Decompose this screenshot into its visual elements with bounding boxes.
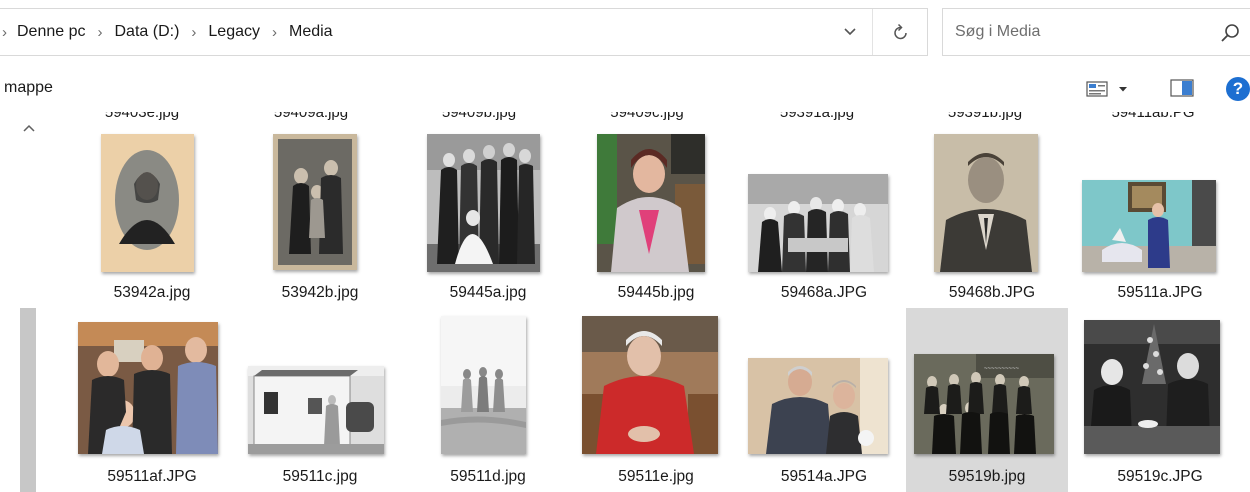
file-name[interactable]: 53942b.jpg xyxy=(240,284,400,302)
file-name[interactable]: 59519c.JPG xyxy=(1080,468,1240,486)
photo-thumbnail xyxy=(582,316,718,454)
preview-pane-button[interactable] xyxy=(1170,78,1194,100)
file-name[interactable]: 59445a.jpg xyxy=(408,284,568,302)
file-name[interactable]: 59511e.jpg xyxy=(576,468,736,486)
file-item[interactable]: 59514a.JPG xyxy=(744,312,904,492)
chevron-right-icon[interactable]: › xyxy=(98,24,103,41)
previous-row-labels: 59403e.jpg 59409a.jpg 59409b.jpg 59409c.… xyxy=(42,112,1250,122)
file-name[interactable]: 59511c.jpg xyxy=(240,468,400,486)
change-view-button[interactable] xyxy=(1086,78,1140,100)
preview-pane-icon xyxy=(1170,79,1194,97)
breadcrumb-item-media[interactable]: Media xyxy=(289,23,333,41)
file-name[interactable]: 59409c.jpg xyxy=(572,112,722,121)
photo-thumbnail xyxy=(78,322,218,454)
file-name[interactable]: 59445b.jpg xyxy=(576,284,736,302)
photo-thumbnail xyxy=(441,316,526,454)
command-bar: mappe ? xyxy=(0,66,1250,112)
file-name[interactable]: 59403e.jpg xyxy=(67,112,217,121)
photo-thumbnail xyxy=(1082,180,1216,272)
scroll-thumb[interactable] xyxy=(20,308,36,492)
address-bar[interactable]: › Denne pc › Data (D:) › Legacy › Media xyxy=(0,8,928,56)
svg-text:~~~~~~~~~~: ~~~~~~~~~~ xyxy=(984,366,1020,372)
file-item[interactable]: 59511d.jpg xyxy=(408,312,568,492)
file-name[interactable]: 59391b.jpg xyxy=(910,112,1060,121)
photo-thumbnail xyxy=(427,134,540,272)
chevron-right-icon[interactable]: › xyxy=(191,24,196,41)
file-name[interactable]: 59409b.jpg xyxy=(404,112,554,121)
vertical-scrollbar[interactable] xyxy=(0,112,42,492)
scroll-up-arrow-icon[interactable] xyxy=(20,120,38,136)
file-name[interactable]: 59514a.JPG xyxy=(744,468,904,486)
refresh-button[interactable] xyxy=(872,9,928,55)
file-item[interactable]: 53942a.jpg xyxy=(72,126,232,316)
breadcrumb-item-data-d[interactable]: Data (D:) xyxy=(115,23,180,41)
photo-thumbnail xyxy=(748,174,888,272)
file-item[interactable]: 53942b.jpg xyxy=(240,126,400,316)
photo-thumbnail xyxy=(1084,320,1220,454)
file-name[interactable]: 59511af.JPG xyxy=(72,468,232,486)
file-item[interactable]: 59468b.JPG xyxy=(912,126,1072,316)
file-name[interactable]: 59511d.jpg xyxy=(408,468,568,486)
file-item[interactable]: 59519c.JPG xyxy=(1080,312,1240,492)
breadcrumb-item-legacy[interactable]: Legacy xyxy=(208,23,260,41)
file-name[interactable]: 59519b.jpg xyxy=(906,468,1068,486)
breadcrumb-item-denne-pc[interactable]: Denne pc xyxy=(17,23,86,41)
file-name[interactable]: 59511a.JPG xyxy=(1080,284,1240,302)
chevron-down-icon xyxy=(1119,87,1127,92)
photo-thumbnail xyxy=(248,366,384,454)
file-name[interactable]: 59411ab.PG xyxy=(1078,112,1228,121)
search-icon[interactable] xyxy=(1219,22,1241,44)
file-item[interactable]: 59511a.JPG xyxy=(1080,126,1240,316)
file-item[interactable]: 59511af.JPG xyxy=(72,312,232,492)
address-history-dropdown[interactable] xyxy=(828,9,872,55)
help-icon[interactable]: ? xyxy=(1226,77,1250,101)
photo-thumbnail xyxy=(748,358,888,454)
file-name[interactable]: 53942a.jpg xyxy=(72,284,232,302)
address-row: › Denne pc › Data (D:) › Legacy › Media xyxy=(0,0,1250,66)
file-name[interactable]: 59468b.JPG xyxy=(912,284,1072,302)
view-options-icon xyxy=(1086,81,1108,97)
file-item[interactable]: 59445b.jpg xyxy=(576,126,736,316)
file-name[interactable]: 59391a.jpg xyxy=(742,112,892,121)
photo-thumbnail xyxy=(597,134,705,272)
chevron-down-icon xyxy=(844,28,856,36)
photo-thumbnail: ~~~~~~~~~~ xyxy=(914,354,1054,454)
file-item[interactable]: 59445a.jpg xyxy=(408,126,568,316)
file-item[interactable]: 59511c.jpg xyxy=(240,312,400,492)
file-name[interactable]: 59468a.JPG xyxy=(744,284,904,302)
search-box[interactable] xyxy=(942,8,1250,56)
photo-thumbnail xyxy=(101,134,194,272)
file-grid: 59403e.jpg 59409a.jpg 59409b.jpg 59409c.… xyxy=(42,112,1250,492)
chevron-right-icon[interactable]: › xyxy=(272,24,277,41)
file-item[interactable]: 59468a.JPG xyxy=(744,126,904,316)
file-item[interactable]: 59511e.jpg xyxy=(576,312,736,492)
file-item-selected[interactable]: ~~~~~~~~~~ 59519b.jpg xyxy=(906,308,1068,492)
breadcrumb: › Denne pc › Data (D:) › Legacy › Media xyxy=(0,9,333,55)
refresh-icon xyxy=(893,23,907,40)
photo-thumbnail xyxy=(273,134,357,270)
photo-thumbnail xyxy=(934,134,1038,272)
search-input[interactable] xyxy=(943,9,1203,55)
new-folder-label[interactable]: mappe xyxy=(4,79,53,97)
file-name[interactable]: 59409a.jpg xyxy=(236,112,386,121)
chevron-right-icon[interactable]: › xyxy=(2,24,7,41)
